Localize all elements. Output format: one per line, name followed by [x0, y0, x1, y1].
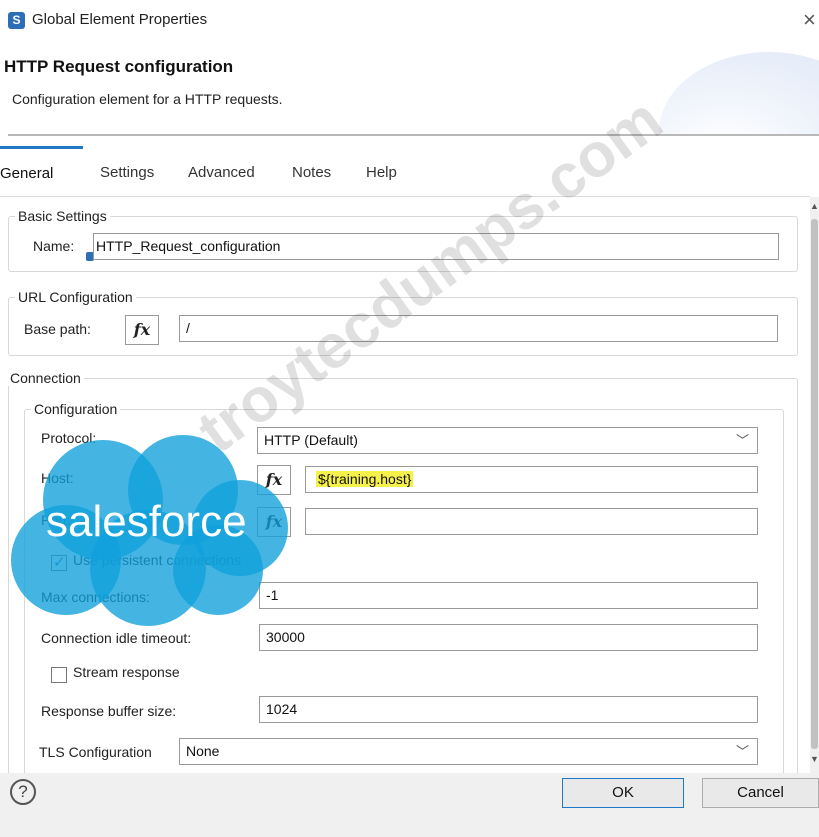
dialog-header: HTTP Request configuration Configuration…	[0, 42, 819, 134]
stream-response-label: Stream response	[73, 664, 180, 680]
port-label: Port:	[41, 512, 71, 528]
dialog-title: HTTP Request configuration	[4, 57, 234, 76]
tls-configuration-select[interactable]: None ﹀	[179, 738, 758, 765]
tls-configuration-value: None	[186, 743, 220, 759]
buffer-size-label: Response buffer size:	[41, 703, 177, 719]
base-path-label: Base path:	[24, 321, 91, 337]
protocol-label: Protocol:	[41, 430, 97, 446]
header-divider	[8, 134, 819, 136]
tab-advanced[interactable]: Advanced	[188, 146, 255, 196]
ok-button[interactable]: OK	[562, 778, 684, 808]
configuration-group: Configuration Protocol: HTTP (Default) ﹀…	[24, 401, 784, 773]
vertical-scrollbar[interactable]: ▲ ▼	[810, 197, 819, 773]
tab-general[interactable]: General	[0, 146, 83, 196]
url-configuration-legend: URL Configuration	[15, 289, 136, 305]
name-field[interactable]: HTTP_Request_configuration	[93, 233, 779, 260]
url-configuration-group: URL Configuration Base path: fx /	[8, 289, 798, 356]
basic-settings-legend: Basic Settings	[15, 208, 110, 224]
scroll-up-arrow-icon[interactable]: ▲	[810, 201, 819, 211]
base-path-fx-button[interactable]: fx	[125, 315, 159, 345]
stream-response-checkbox[interactable]	[51, 667, 67, 683]
max-connections-label: Max connections:	[41, 589, 150, 605]
help-icon[interactable]: ?	[10, 779, 36, 805]
persistent-connections-checkbox[interactable]	[51, 553, 67, 571]
port-field[interactable]	[305, 508, 758, 535]
connection-group: Connection Configuration Protocol: HTTP …	[7, 370, 798, 773]
persistent-connections-label: Use persistent connections	[73, 552, 242, 568]
tab-strip: General Settings Advanced Notes Help	[0, 146, 819, 196]
app-icon: S	[8, 12, 25, 29]
dialog-footer: ? OK Cancel	[0, 773, 819, 837]
protocol-select[interactable]: HTTP (Default) ﹀	[257, 427, 758, 454]
idle-timeout-field[interactable]: 30000	[259, 624, 758, 651]
scroll-down-arrow-icon[interactable]: ▼	[810, 754, 819, 764]
window-title: Global Element Properties	[32, 11, 208, 28]
idle-timeout-label: Connection idle timeout:	[41, 630, 192, 646]
connection-legend: Connection	[7, 370, 84, 386]
close-icon[interactable]: ×	[803, 8, 819, 32]
title-bar: S Global Element Properties ×	[0, 0, 819, 42]
configuration-legend: Configuration	[31, 401, 121, 417]
host-fx-button[interactable]: fx	[257, 465, 291, 495]
chevron-down-icon: ﹀	[735, 744, 749, 759]
max-connections-field[interactable]: -1	[259, 582, 758, 609]
basic-settings-group: Basic Settings Name: HTTP_Request_config…	[8, 208, 798, 272]
host-field[interactable]: ${training.host}	[305, 466, 758, 493]
tab-help[interactable]: Help	[366, 146, 397, 196]
header-decoration	[659, 52, 819, 134]
host-label: Host:	[41, 470, 74, 486]
cancel-button[interactable]: Cancel	[702, 778, 819, 808]
tab-notes[interactable]: Notes	[292, 146, 331, 196]
buffer-size-field[interactable]: 1024	[259, 696, 758, 723]
scroll-thumb[interactable]	[811, 219, 818, 749]
dialog-description: Configuration element for a HTTP request…	[12, 91, 283, 107]
port-fx-button[interactable]: fx	[257, 507, 291, 537]
protocol-value: HTTP (Default)	[264, 432, 358, 448]
tab-settings[interactable]: Settings	[100, 146, 154, 196]
chevron-down-icon: ﹀	[735, 433, 749, 448]
host-value: ${training.host}	[316, 471, 414, 487]
tls-configuration-label: TLS Configuration	[39, 744, 152, 760]
name-label: Name:	[33, 238, 75, 254]
base-path-field[interactable]: /	[179, 315, 778, 342]
general-tab-content: Basic Settings Name: HTTP_Request_config…	[0, 197, 810, 773]
